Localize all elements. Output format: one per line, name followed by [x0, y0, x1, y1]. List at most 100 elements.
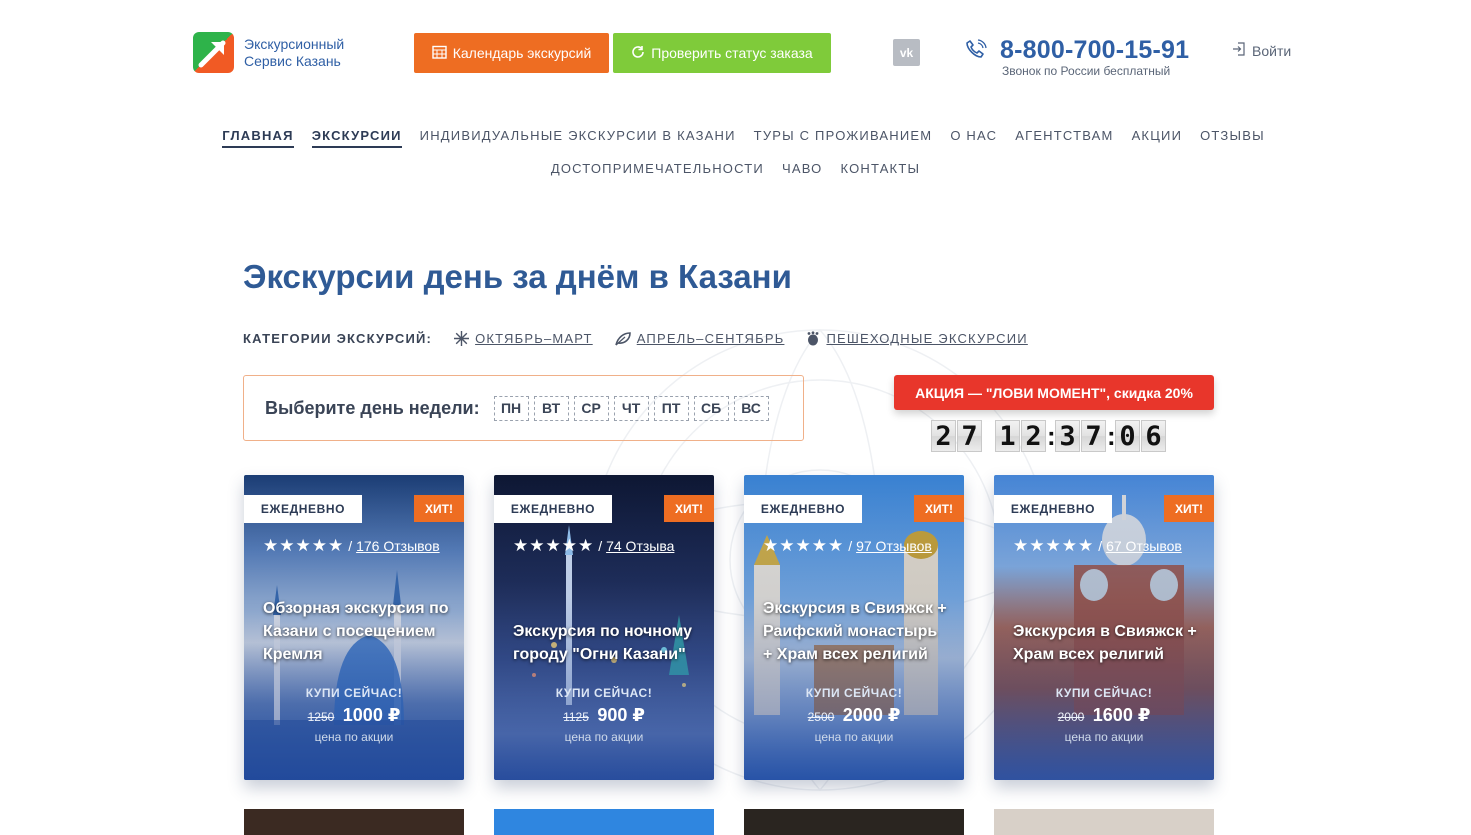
price-note: цена по акции — [314, 730, 394, 744]
countdown-timer: 2 7 1 2 : 3 7 : 0 6 — [931, 420, 1167, 452]
card-title: Экскурсия в Свияжск + Храм всех религий — [1013, 623, 1197, 663]
price: 1250 1000 ₽ — [244, 705, 464, 726]
page-title: Экскурсии день за днём в Казани — [243, 258, 792, 295]
hit-badge: ХИТ! — [1164, 495, 1214, 522]
day-fri[interactable]: ПТ — [653, 395, 689, 421]
category-summer-label: АПРЕЛЬ–СЕНТЯБРЬ — [636, 331, 785, 346]
timer-colon: : — [1107, 420, 1116, 451]
excursion-card[interactable]: ЕЖЕДНЕВНО ХИТ! ★★★★★ / 74 Отзыва Экскурс… — [494, 475, 714, 780]
hit-badge: ХИТ! — [914, 495, 964, 522]
day-thu[interactable]: ЧТ — [613, 395, 649, 421]
price-note: цена по акции — [564, 730, 644, 744]
old-price: 1250 — [307, 710, 335, 724]
old-price: 2500 — [807, 710, 835, 724]
buy-now-label: КУПИ СЕЙЧАС! — [805, 686, 903, 700]
login-link[interactable]: Войти — [1232, 42, 1291, 59]
nav-item-promos[interactable]: АКЦИИ — [1132, 128, 1183, 148]
daily-badge: ЕЖЕДНЕВНО — [744, 495, 862, 523]
leaf-icon — [614, 331, 631, 345]
login-label: Войти — [1252, 42, 1292, 59]
excursion-card-partial[interactable] — [744, 809, 964, 835]
excursion-card-partial[interactable] — [244, 809, 464, 835]
reviews-link[interactable]: 176 Отзывов — [356, 538, 440, 554]
nav-item-individual[interactable]: ИНДИВИДУАЛЬНЫЕ ЭКСКУРСИИ В КАЗАНИ — [420, 128, 736, 148]
category-walking-label: ПЕШЕХОДНЫЕ ЭКСКУРСИИ — [826, 331, 1028, 346]
timer-days-ones: 7 — [957, 420, 982, 452]
card-title: Экскурсия в Свияжск + Раифский монастырь… — [763, 600, 947, 663]
old-price: 2000 — [1057, 710, 1085, 724]
new-price: 1000 ₽ — [342, 705, 401, 725]
hit-badge: ХИТ! — [414, 495, 464, 522]
nav-item-faq[interactable]: ЧАВО — [782, 161, 823, 179]
vk-icon[interactable]: vk — [893, 39, 920, 66]
reviews-link[interactable]: 97 Отзывов — [856, 538, 932, 554]
nav-item-reviews[interactable]: ОТЗЫВЫ — [1200, 128, 1265, 148]
site-logo[interactable]: Экскурсионный Сервис Казань — [193, 32, 344, 73]
new-price: 2000 ₽ — [842, 705, 901, 725]
excursion-card[interactable]: ЕЖЕДНЕВНО ХИТ! ★★★★★ / 97 Отзывов Экскур… — [744, 475, 964, 780]
excursion-card-partial[interactable] — [494, 809, 714, 835]
star-rating-icon: ★★★★★ — [1013, 536, 1095, 555]
day-tue[interactable]: ВТ — [533, 395, 569, 421]
phone-icon — [964, 38, 988, 62]
category-filter: КАТЕГОРИИ ЭКСКУРСИЙ: ОКТЯБРЬ–МАРТ АПРЕЛЬ… — [243, 331, 1028, 346]
check-status-button[interactable]: Проверить статус заказа — [613, 33, 831, 73]
footprint-icon — [808, 331, 819, 346]
phone-note: Звонок по России бесплатный — [1002, 64, 1171, 78]
day-sat[interactable]: СБ — [693, 395, 729, 421]
timer-hours-ones: 2 — [1021, 420, 1046, 452]
categories-label: КАТЕГОРИИ ЭКСКУРСИЙ: — [243, 331, 433, 346]
hit-badge: ХИТ! — [664, 495, 714, 522]
card-title: Обзорная экскурсия по Казани с посещение… — [263, 600, 449, 663]
price: 2500 2000 ₽ — [744, 705, 964, 726]
nav-item-agencies[interactable]: АГЕНТСТВАМ — [1015, 128, 1113, 148]
price-note: цена по акции — [814, 730, 894, 744]
card-rating: ★★★★★ / 97 Отзывов — [763, 536, 932, 555]
check-status-label: Проверить статус заказа — [651, 45, 813, 61]
weekday-selector: Выберите день недели: ПН ВТ СР ЧТ ПТ СБ … — [243, 375, 804, 441]
logo-arrow-icon — [193, 32, 234, 73]
day-wed[interactable]: СР — [573, 395, 609, 421]
nav-item-home[interactable]: ГЛАВНАЯ — [222, 128, 294, 148]
card-rating: ★★★★★ / 176 Отзывов — [263, 536, 440, 555]
timer-minutes-tens: 3 — [1055, 420, 1080, 452]
day-sun[interactable]: ВС — [733, 395, 769, 421]
nav-item-tours[interactable]: ТУРЫ С ПРОЖИВАНИЕМ — [754, 128, 933, 148]
old-price: 1125 — [563, 710, 589, 724]
category-summer[interactable]: АПРЕЛЬ–СЕНТЯБРЬ — [614, 331, 785, 346]
category-walking[interactable]: ПЕШЕХОДНЫЕ ЭКСКУРСИИ — [806, 331, 1027, 346]
card-rating: ★★★★★ / 67 Отзывов — [1013, 536, 1182, 555]
nav-item-contacts[interactable]: КОНТАКТЫ — [840, 161, 920, 179]
calendar-icon — [432, 45, 447, 62]
timer-colon: : — [1047, 420, 1056, 451]
daily-badge: ЕЖЕДНЕВНО — [494, 495, 612, 523]
excursion-card[interactable]: ЕЖЕДНЕВНО ХИТ! ★★★★★ / 67 Отзывов Экскур… — [994, 475, 1214, 780]
timer-hours-tens: 1 — [995, 420, 1020, 452]
excursion-card-partial[interactable] — [994, 809, 1214, 835]
logo-text: Экскурсионный Сервис Казань — [244, 36, 344, 70]
logo-line-2: Сервис Казань — [244, 52, 341, 69]
reviews-link[interactable]: 67 Отзывов — [1106, 538, 1182, 554]
category-winter[interactable]: ОКТЯБРЬ–МАРТ — [454, 331, 593, 346]
phone-number[interactable]: 8-800-700-15-91 — [1000, 36, 1189, 65]
category-winter-label: ОКТЯБРЬ–МАРТ — [475, 331, 593, 346]
star-rating-icon: ★★★★★ — [263, 536, 345, 555]
new-price: 1600 ₽ — [1092, 705, 1151, 725]
new-price: 900 ₽ — [597, 705, 645, 725]
logo-line-1: Экскурсионный — [244, 35, 345, 52]
price-note: цена по акции — [1064, 730, 1144, 744]
day-mon[interactable]: ПН — [493, 395, 529, 421]
calendar-button[interactable]: Календарь экскурсий — [414, 33, 609, 73]
nav-item-about[interactable]: О НАС — [950, 128, 997, 148]
reviews-link[interactable]: 74 Отзыва — [606, 538, 674, 554]
daily-badge: ЕЖЕДНЕВНО — [244, 495, 362, 523]
buy-now-label: КУПИ СЕЙЧАС! — [305, 686, 403, 700]
timer-days-tens: 2 — [931, 420, 956, 452]
promo-banner[interactable]: АКЦИЯ — "ЛОВИ МОМЕНТ", скидка 20% — [894, 375, 1214, 410]
main-nav: ГЛАВНАЯ ЭКСКУРСИИ ИНДИВИДУАЛЬНЫЕ ЭКСКУРС… — [0, 128, 1471, 148]
nav-item-excursions[interactable]: ЭКСКУРСИИ — [311, 128, 402, 148]
vk-label: vk — [899, 45, 914, 60]
nav-item-sights[interactable]: ДОСТОПРИМЕЧАТЕЛЬНОСТИ — [551, 161, 764, 179]
card-rating: ★★★★★ / 74 Отзыва — [513, 536, 675, 555]
excursion-card[interactable]: ЕЖЕДНЕВНО ХИТ! ★★★★★ / 176 Отзывов Обзор… — [244, 475, 464, 780]
